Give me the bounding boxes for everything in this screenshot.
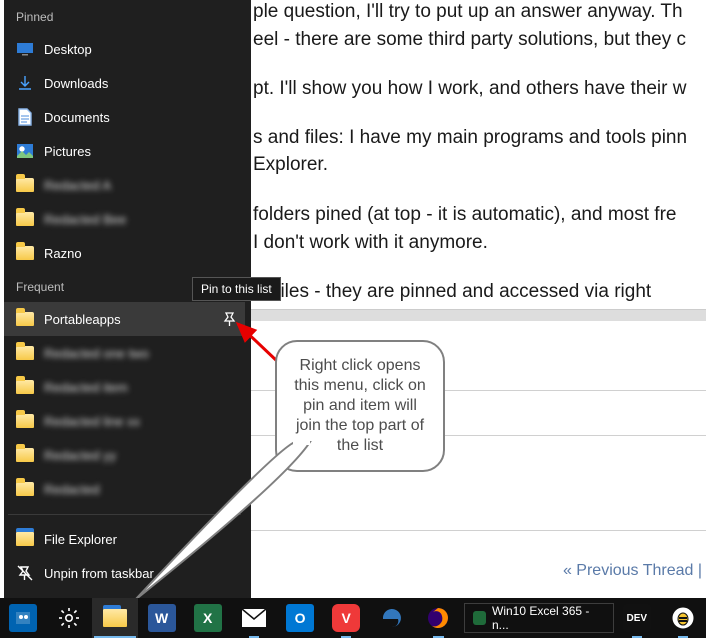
taskbar-settings-icon[interactable] (46, 598, 92, 638)
item-label: Downloads (44, 76, 108, 91)
item-label: Redacted line xx (44, 414, 140, 429)
frequent-item-redacted[interactable]: Redacted one two (4, 336, 245, 370)
taskbar-excel[interactable]: X (185, 598, 231, 638)
bg-text: Explorer. (253, 151, 328, 179)
folder-icon (16, 346, 34, 360)
bg-text: rd files - they are pinned and accessed … (253, 278, 651, 306)
item-label: Redacted Bee (44, 212, 126, 227)
item-label: Redacted item (44, 380, 128, 395)
taskbar-outlook[interactable]: O (277, 598, 323, 638)
folder-icon (16, 448, 34, 462)
item-label: Unpin from taskbar (44, 566, 154, 581)
bg-text: s and files: I have my main programs and… (253, 124, 687, 152)
taskbar-firefox[interactable] (415, 598, 461, 638)
unpin-icon (16, 564, 34, 582)
bg-text: I don't work with it anymore. (253, 229, 488, 257)
folder-icon (16, 246, 34, 260)
bg-text: pt. I'll show you how I work, and others… (253, 75, 686, 103)
section-label-frequent: Frequent (16, 280, 64, 294)
window-title: Win10 Excel 365 - n... (492, 604, 605, 632)
taskbar-edge[interactable] (369, 598, 415, 638)
pinned-item-razno[interactable]: Razno (4, 236, 245, 270)
bg-divider (241, 530, 706, 531)
taskbar: W X O V Win10 Excel 365 - n... DEV (0, 598, 706, 638)
taskbar-mail[interactable] (231, 598, 277, 638)
file-explorer-icon (103, 609, 127, 627)
folder-icon (16, 312, 34, 326)
folder-icon (16, 212, 34, 226)
item-label: File Explorer (44, 532, 117, 547)
frequent-item-redacted[interactable]: Redacted (4, 472, 245, 506)
item-label: Redacted one two (44, 346, 149, 361)
folder-icon (16, 414, 34, 428)
pin-tooltip: Pin to this list (192, 277, 281, 301)
item-label: Documents (44, 110, 110, 125)
pin-to-list-button[interactable] (215, 302, 245, 336)
document-icon (16, 108, 34, 126)
taskbar-bee-app[interactable] (660, 598, 706, 638)
excel-mini-icon (473, 611, 486, 625)
folder-icon (16, 482, 34, 496)
callout-text: Right click opens this menu, click on pi… (294, 357, 426, 454)
pinned-item-documents[interactable]: Documents (4, 100, 245, 134)
folder-icon (16, 178, 34, 192)
frequent-item-redacted[interactable]: Redacted line xx (4, 404, 245, 438)
pinned-item-desktop[interactable]: Desktop (4, 32, 245, 66)
bg-text: ple question, I'll try to put up an answ… (253, 0, 683, 26)
open-file-explorer[interactable]: File Explorer (4, 522, 245, 556)
pinned-item-redacted[interactable]: Redacted A (4, 168, 245, 202)
item-label: Redacted (44, 482, 100, 497)
annotation-callout: Right click opens this menu, click on pi… (275, 340, 445, 472)
bg-text: folders pined (at top - it is automatic)… (253, 201, 676, 229)
item-label: Redacted yy (44, 448, 116, 463)
item-label: Desktop (44, 42, 92, 57)
jumplist-separator (8, 514, 241, 515)
desktop-icon (16, 40, 34, 58)
taskbar-vivaldi[interactable]: V (323, 598, 369, 638)
item-label: Pictures (44, 144, 91, 159)
frequent-item-portableapps[interactable]: Portableapps (4, 302, 245, 336)
pinned-item-pictures[interactable]: Pictures (4, 134, 245, 168)
item-label: Razno (44, 246, 82, 261)
item-label: Redacted A (44, 178, 111, 193)
frequent-item-redacted[interactable]: Redacted yy (4, 438, 245, 472)
forum-separator (241, 309, 706, 321)
item-label: Portableapps (44, 312, 121, 327)
previous-thread-link[interactable]: « Previous Thread | (563, 562, 702, 580)
unpin-from-taskbar[interactable]: Unpin from taskbar (4, 556, 245, 590)
folder-icon (16, 380, 34, 394)
pinned-item-redacted[interactable]: Redacted Bee (4, 202, 245, 236)
bg-text: eel - there are some third party solutio… (253, 26, 686, 54)
pictures-icon (16, 142, 34, 160)
taskbar-word[interactable]: W (138, 598, 184, 638)
frequent-item-redacted[interactable]: Redacted item (4, 370, 245, 404)
taskbar-dev[interactable]: DEV (614, 598, 660, 638)
file-explorer-icon (16, 532, 34, 546)
taskbar-people-icon[interactable] (0, 598, 46, 638)
section-label-pinned: Pinned (16, 10, 53, 24)
pinned-item-downloads[interactable]: Downloads (4, 66, 245, 100)
download-icon (16, 74, 34, 92)
taskbar-window-excel[interactable]: Win10 Excel 365 - n... (464, 603, 614, 633)
taskbar-file-explorer[interactable] (92, 598, 138, 638)
